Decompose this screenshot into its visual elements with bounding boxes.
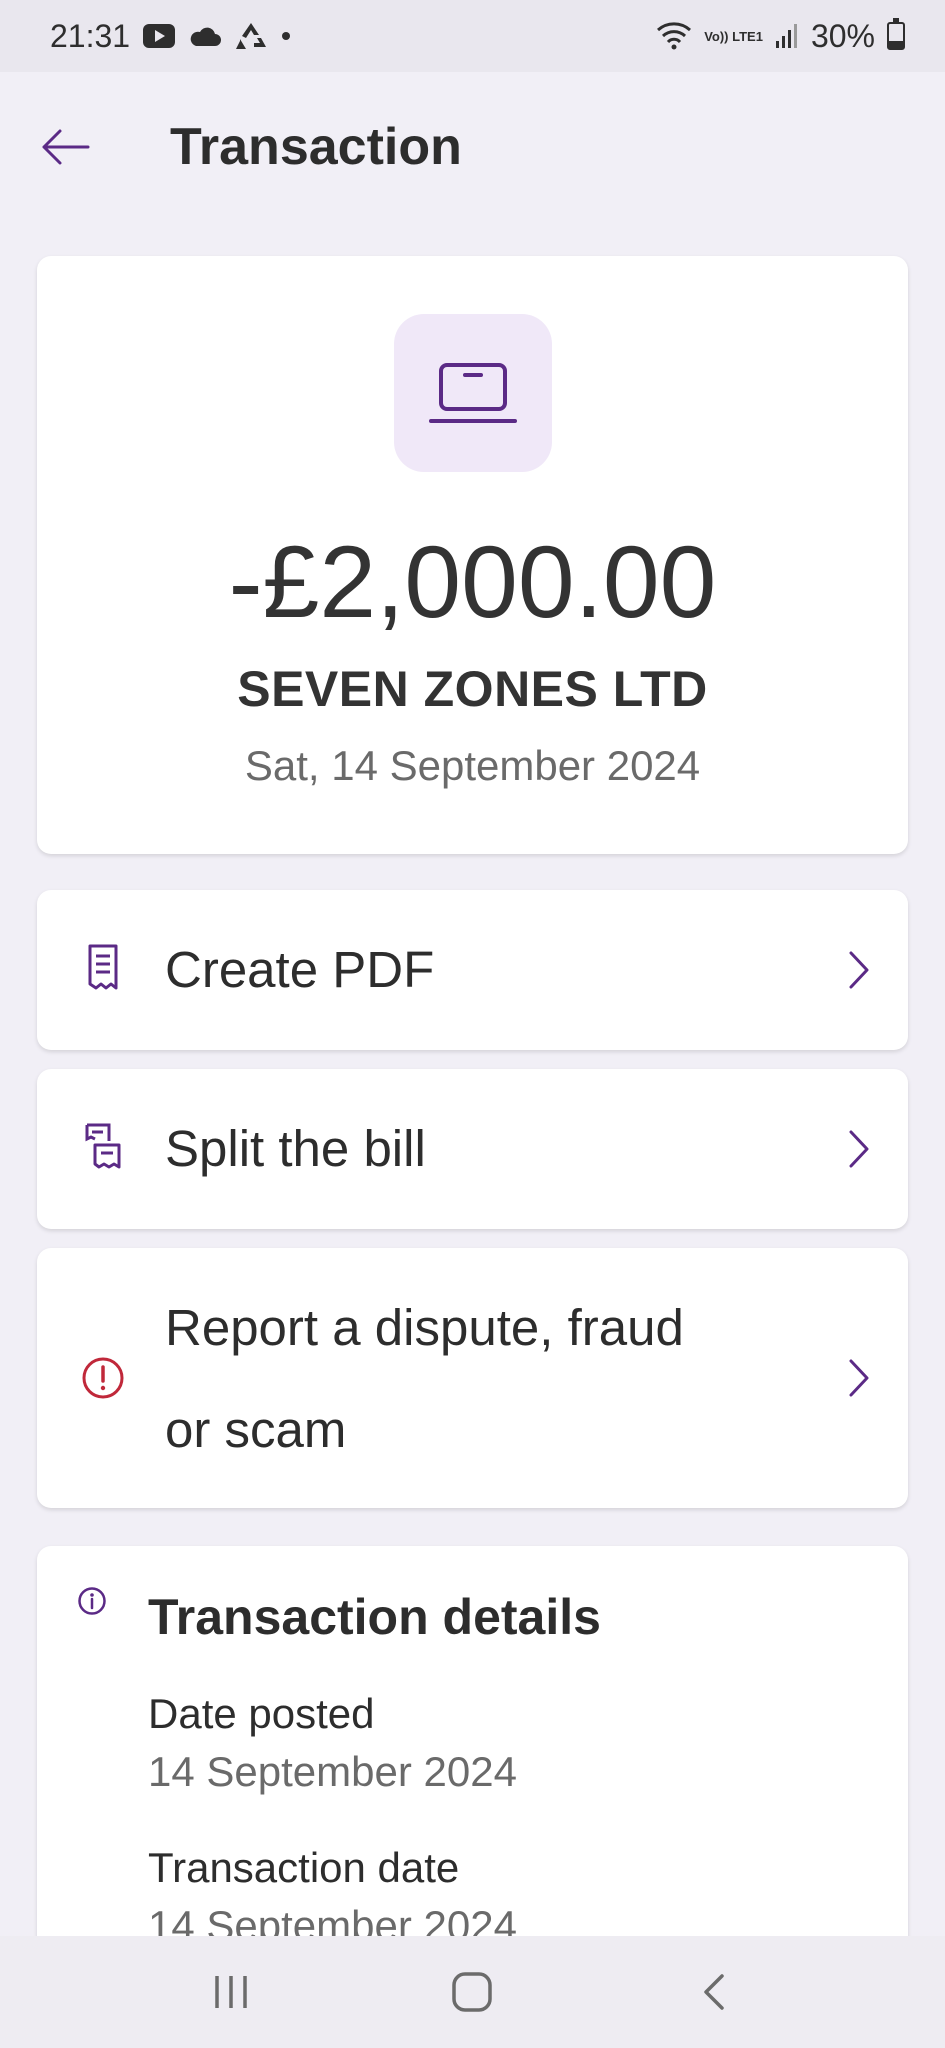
chevron-right-icon [848,950,870,995]
transaction-icon-tile [394,314,552,472]
transaction-date-label: Transaction date [148,1844,460,1891]
create-pdf-label: Create PDF [165,941,435,998]
back-icon [704,1974,724,2010]
home-icon [452,1972,493,2012]
network-indicator: Vo)) LTE1 [704,28,763,44]
page-title: Transaction [170,118,462,176]
merchant-name: SEVEN ZONES LTD [237,661,708,717]
status-bar: 21:31 Vo)) LTE1 30% [0,0,945,72]
status-right: Vo)) LTE1 30% [656,18,905,55]
back-button[interactable] [40,122,90,172]
chevron-right-icon [848,1129,870,1174]
details-title: Transaction details [148,1589,601,1645]
info-icon [77,1586,107,1621]
signal-icon [775,23,799,49]
app-header: Transaction [0,72,945,222]
report-dispute-button[interactable]: Report a dispute, fraud or scam [37,1248,908,1508]
system-back-button[interactable] [674,1952,754,2032]
transaction-summary-card: -£2,000.00 SEVEN ZONES LTD Sat, 14 Septe… [37,256,908,854]
split-bill-button[interactable]: Split the bill [37,1069,908,1229]
date-posted-label: Date posted [148,1690,375,1737]
arrow-left-icon [42,129,90,165]
status-time: 21:31 [50,17,131,54]
split-bill-label: Split the bill [165,1120,426,1177]
chevron-right-icon [848,1358,870,1403]
status-left: 21:31 [50,18,292,55]
system-nav-bar [0,1936,945,2048]
battery-percent: 30% [810,17,875,54]
recycle-icon [234,21,268,51]
split-receipt-icon [81,1121,125,1171]
dot-icon [280,30,292,42]
battery-fill [889,40,903,48]
recent-apps-icon [215,1976,247,2008]
battery-icon [887,18,905,50]
transaction-amount: -£2,000.00 [228,525,717,639]
date-posted-value: 14 September 2024 [148,1748,517,1795]
youtube-icon [142,23,176,49]
transaction-date: Sat, 14 September 2024 [244,742,701,789]
recent-apps-button[interactable] [191,1952,271,2032]
create-pdf-button[interactable]: Create PDF [37,890,908,1050]
cloud-icon [188,24,222,48]
report-dispute-label-line2: or scam [165,1401,347,1458]
home-button[interactable] [432,1952,512,2032]
receipt-icon [81,942,125,992]
wifi-icon [656,22,692,50]
laptop-icon [429,363,517,423]
report-dispute-label-line1: Report a dispute, fraud [165,1299,684,1356]
alert-circle-icon [81,1356,125,1400]
